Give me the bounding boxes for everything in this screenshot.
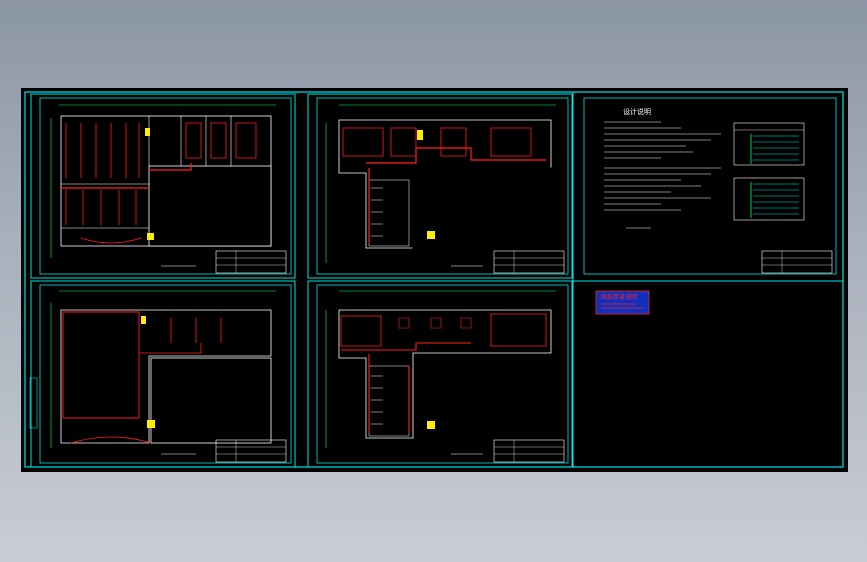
stamp-title: 图纸目录说明	[601, 293, 637, 301]
cad-drawing-canvas[interactable]: 设计说明 图纸目录说明	[21, 88, 848, 472]
sheet-design-notes: 设计说明	[583, 97, 837, 275]
sheet-floor-plan-1	[30, 93, 296, 279]
sheet-floor-plan-4	[307, 280, 573, 468]
notes-title: 设计说明	[623, 107, 651, 116]
sheet-floor-plan-3	[29, 280, 296, 468]
sheet-floor-plan-2	[307, 93, 573, 279]
sheet-title-stamp: 图纸目录说明	[573, 280, 843, 315]
cad-drawing: 设计说明 图纸目录说明	[24, 91, 844, 468]
